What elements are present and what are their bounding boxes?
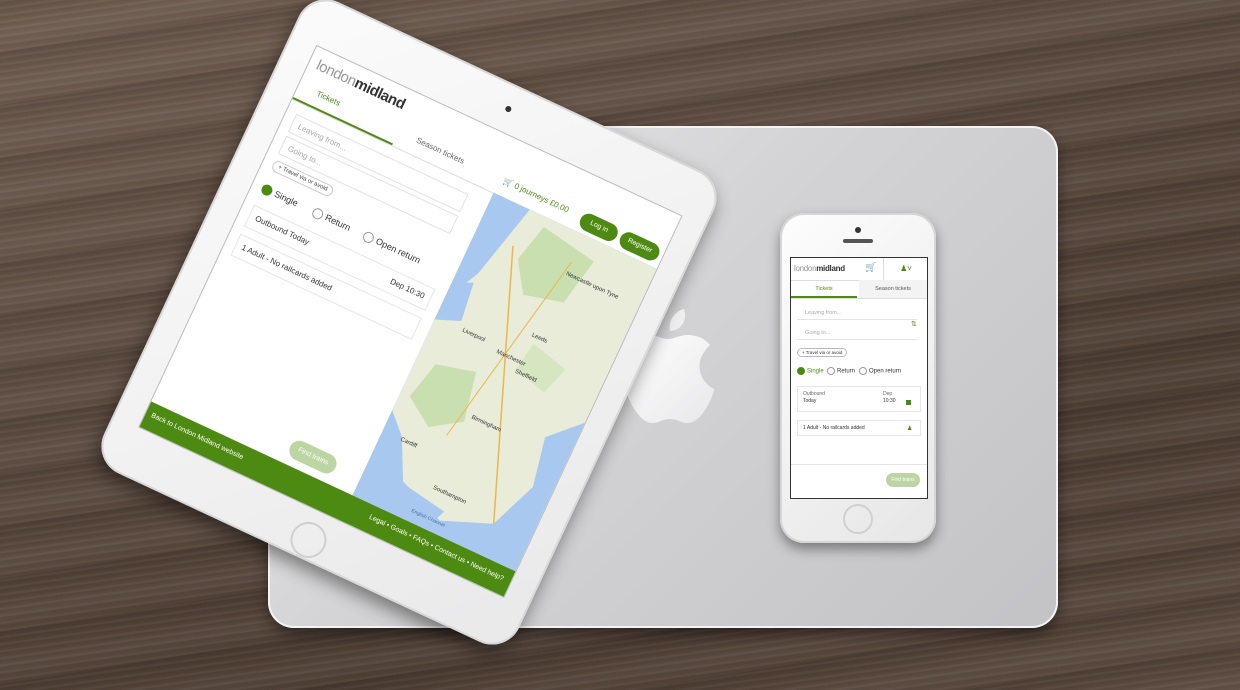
radio-dot-icon (797, 367, 805, 375)
outbound-label: Outbound (803, 391, 825, 397)
swap-stations-icon[interactable]: ⇅ (911, 320, 917, 328)
iphone-device: londonmidland 🛒 ♟˅ Tickets Season ticket… (780, 213, 936, 543)
ipad-radio-return[interactable]: Return (310, 206, 352, 233)
iphone-radio-return[interactable]: Return (827, 367, 855, 375)
passengers-icon[interactable]: ♟ (907, 425, 912, 432)
iphone-header: londonmidland 🛒 ♟˅ (791, 258, 927, 281)
outbound-value: Today (803, 398, 817, 404)
calendar-icon[interactable] (906, 400, 911, 405)
dep-value: 10:30 (883, 398, 896, 404)
iphone-leaving-input[interactable]: Leaving from... (797, 306, 917, 320)
ipad-camera (504, 105, 513, 114)
radio-dot-icon (827, 367, 835, 375)
iphone-screen: londonmidland 🛒 ♟˅ Tickets Season ticket… (790, 257, 928, 499)
iphone-tabs: Tickets Season tickets (791, 280, 927, 299)
cart-icon[interactable]: 🛒 (863, 262, 879, 276)
radio-dot-icon (361, 230, 376, 245)
user-menu-icon[interactable]: ♟˅ (883, 258, 927, 280)
iphone-speaker (843, 239, 873, 243)
iphone-radio-single[interactable]: Single (797, 367, 824, 375)
iphone-travel-via-chip[interactable]: + Travel via or avoid (797, 348, 848, 357)
ipad-back-link[interactable]: Back to London Midland website (150, 412, 244, 461)
iphone-radio-open-return[interactable]: Open return (859, 367, 901, 375)
ipad-radio-single[interactable]: Single (259, 182, 300, 210)
iphone-tab-season[interactable]: Season tickets (859, 280, 927, 298)
iphone-camera (855, 227, 861, 233)
iphone-tab-tickets[interactable]: Tickets (791, 280, 857, 298)
ipad-tab-season[interactable]: Season tickets (415, 136, 466, 166)
iphone-find-trains-button[interactable]: Find trains (886, 473, 920, 487)
iphone-home-button (843, 504, 873, 534)
iphone-going-input[interactable]: Going to... (797, 326, 917, 340)
dep-label: Dep (883, 391, 893, 397)
radio-dot-icon (259, 182, 275, 198)
iphone-logo: londonmidland (794, 264, 845, 273)
radio-dot-icon (310, 206, 325, 222)
ipad-tab-tickets[interactable]: Tickets (315, 89, 342, 108)
radio-dot-icon (859, 367, 867, 375)
iphone-footer-divider (791, 464, 927, 465)
passengers-text: 1 Adult - No railcards added (803, 425, 865, 431)
